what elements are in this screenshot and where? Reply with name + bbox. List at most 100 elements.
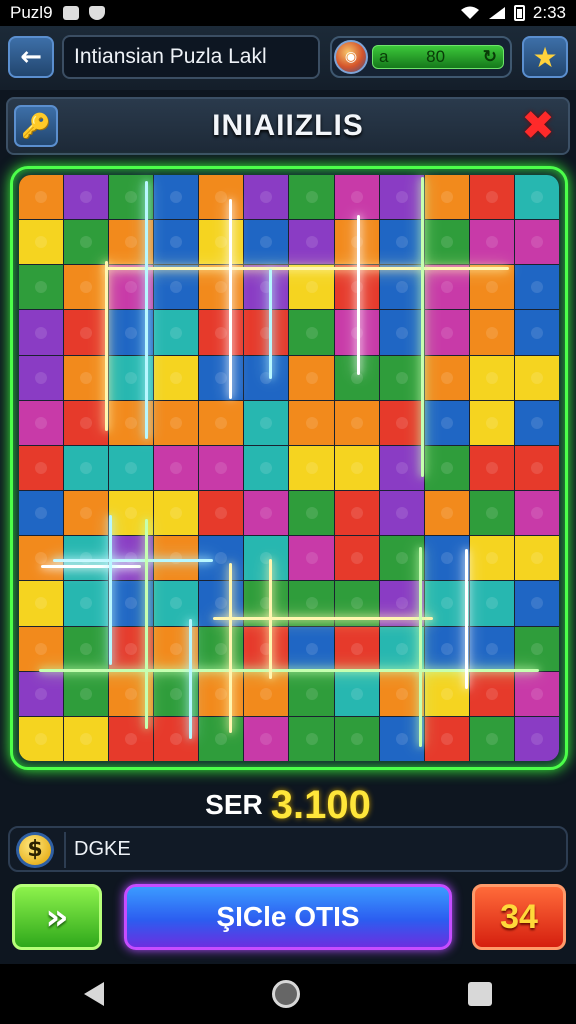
puzzle-piece[interactable] — [424, 716, 469, 761]
puzzle-piece[interactable] — [379, 400, 424, 445]
puzzle-piece[interactable] — [199, 716, 244, 761]
puzzle-piece[interactable] — [379, 491, 424, 536]
refresh-icon[interactable]: ↻ — [483, 47, 497, 67]
puzzle-piece[interactable] — [514, 671, 559, 716]
puzzle-piece[interactable] — [154, 355, 199, 400]
puzzle-piece[interactable] — [514, 175, 559, 220]
puzzle-piece[interactable] — [379, 536, 424, 581]
puzzle-piece[interactable] — [64, 671, 109, 716]
puzzle-piece[interactable] — [334, 716, 379, 761]
puzzle-piece[interactable] — [424, 355, 469, 400]
puzzle-piece[interactable] — [334, 491, 379, 536]
puzzle-piece[interactable] — [379, 716, 424, 761]
puzzle-piece[interactable] — [334, 400, 379, 445]
puzzle-piece[interactable] — [469, 671, 514, 716]
puzzle-piece[interactable] — [514, 220, 559, 265]
puzzle-piece[interactable] — [64, 355, 109, 400]
puzzle-piece[interactable] — [19, 671, 64, 716]
puzzle-piece[interactable] — [469, 220, 514, 265]
puzzle-piece[interactable] — [244, 265, 289, 310]
puzzle-piece[interactable] — [289, 310, 334, 355]
puzzle-piece[interactable] — [64, 265, 109, 310]
puzzle-piece[interactable] — [19, 220, 64, 265]
puzzle-piece[interactable] — [334, 536, 379, 581]
puzzle-piece[interactable] — [469, 355, 514, 400]
puzzle-piece[interactable] — [154, 175, 199, 220]
puzzle-piece[interactable] — [244, 310, 289, 355]
nav-back-icon[interactable] — [84, 982, 104, 1006]
puzzle-piece[interactable] — [19, 445, 64, 491]
puzzle-piece[interactable] — [514, 310, 559, 355]
puzzle-piece[interactable] — [154, 445, 199, 491]
puzzle-piece[interactable] — [379, 626, 424, 671]
puzzle-piece[interactable] — [469, 310, 514, 355]
puzzle-piece[interactable] — [199, 626, 244, 671]
puzzle-piece[interactable] — [19, 716, 64, 761]
puzzle-piece[interactable] — [244, 671, 289, 716]
puzzle-piece[interactable] — [64, 716, 109, 761]
puzzle-piece[interactable] — [424, 175, 469, 220]
puzzle-piece[interactable] — [199, 400, 244, 445]
key-button[interactable]: 🔑 — [14, 105, 58, 147]
puzzle-piece[interactable] — [244, 536, 289, 581]
nav-home-icon[interactable] — [272, 980, 300, 1008]
puzzle-piece[interactable] — [469, 265, 514, 310]
puzzle-piece[interactable] — [154, 220, 199, 265]
puzzle-piece[interactable] — [469, 175, 514, 220]
puzzle-piece[interactable] — [514, 626, 559, 671]
puzzle-piece[interactable] — [64, 175, 109, 220]
puzzle-piece[interactable] — [19, 265, 64, 310]
puzzle-piece[interactable] — [244, 445, 289, 491]
puzzle-piece[interactable] — [19, 626, 64, 671]
puzzle-piece[interactable] — [64, 626, 109, 671]
puzzle-piece[interactable] — [289, 220, 334, 265]
puzzle-piece[interactable] — [334, 626, 379, 671]
puzzle-piece[interactable] — [379, 175, 424, 220]
puzzle-piece[interactable] — [289, 626, 334, 671]
puzzle-piece[interactable] — [19, 400, 64, 445]
puzzle-piece[interactable] — [424, 536, 469, 581]
puzzle-grid[interactable] — [19, 175, 559, 761]
puzzle-piece[interactable] — [64, 445, 109, 491]
puzzle-piece[interactable] — [469, 400, 514, 445]
puzzle-piece[interactable] — [424, 491, 469, 536]
close-button[interactable]: ✖ — [516, 103, 560, 149]
puzzle-piece[interactable] — [19, 355, 64, 400]
puzzle-piece[interactable] — [424, 220, 469, 265]
moves-counter-button[interactable]: 34 — [472, 884, 566, 950]
puzzle-piece[interactable] — [379, 220, 424, 265]
puzzle-piece[interactable] — [424, 626, 469, 671]
puzzle-piece[interactable] — [199, 175, 244, 220]
puzzle-piece[interactable] — [514, 581, 559, 626]
puzzle-piece[interactable] — [199, 671, 244, 716]
puzzle-piece[interactable] — [514, 265, 559, 310]
puzzle-piece[interactable] — [109, 445, 154, 491]
puzzle-piece[interactable] — [199, 445, 244, 491]
puzzle-piece[interactable] — [244, 716, 289, 761]
puzzle-piece[interactable] — [64, 581, 109, 626]
puzzle-piece[interactable] — [64, 491, 109, 536]
puzzle-piece[interactable] — [289, 400, 334, 445]
puzzle-piece[interactable] — [244, 220, 289, 265]
puzzle-piece[interactable] — [334, 445, 379, 491]
puzzle-piece[interactable] — [469, 536, 514, 581]
puzzle-piece[interactable] — [469, 491, 514, 536]
puzzle-piece[interactable] — [154, 400, 199, 445]
next-button[interactable]: » — [12, 884, 102, 950]
puzzle-piece[interactable] — [154, 265, 199, 310]
puzzle-piece[interactable] — [469, 445, 514, 491]
puzzle-piece[interactable] — [64, 220, 109, 265]
puzzle-piece[interactable] — [289, 445, 334, 491]
puzzle-piece[interactable] — [379, 265, 424, 310]
puzzle-piece[interactable] — [514, 536, 559, 581]
puzzle-piece[interactable] — [244, 400, 289, 445]
puzzle-piece[interactable] — [334, 175, 379, 220]
puzzle-piece[interactable] — [379, 310, 424, 355]
puzzle-piece[interactable] — [289, 175, 334, 220]
puzzle-piece[interactable] — [424, 265, 469, 310]
puzzle-piece[interactable] — [469, 626, 514, 671]
puzzle-piece[interactable] — [199, 491, 244, 536]
puzzle-piece[interactable] — [244, 491, 289, 536]
puzzle-board[interactable] — [10, 166, 568, 770]
currency-bar[interactable]: $ DGKE — [8, 826, 568, 872]
